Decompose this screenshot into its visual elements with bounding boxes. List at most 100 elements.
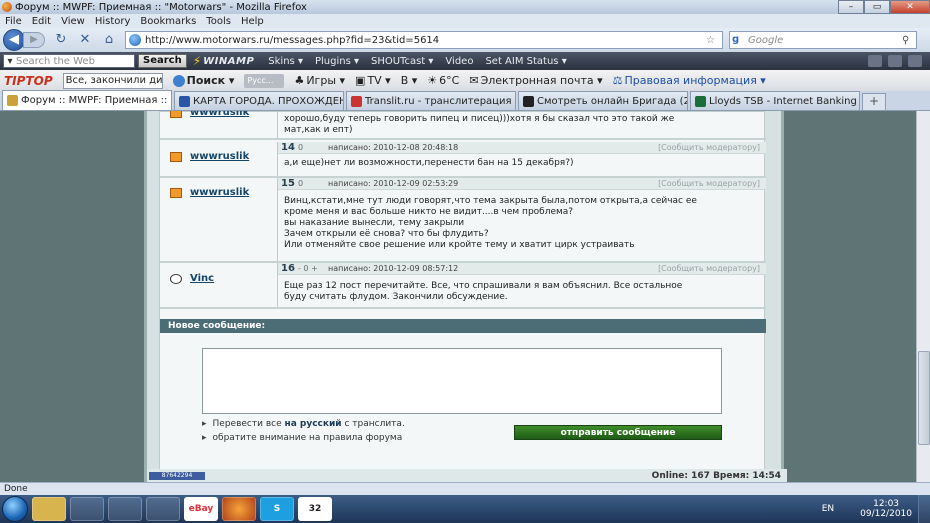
menu-file[interactable]: File: [0, 16, 27, 27]
minimize-button[interactable]: –: [838, 0, 864, 14]
forum-frame: wwwruslik хорошо,буду теперь говорить пи…: [144, 111, 787, 482]
prev-icon[interactable]: [868, 55, 882, 67]
show-desktop-button[interactable]: [918, 495, 930, 523]
new-message-header: Новое сообщение:: [160, 319, 766, 333]
menu-help[interactable]: Help: [236, 16, 269, 27]
translit-link[interactable]: ▸ Перевести все на русский с транслита.: [202, 417, 405, 431]
tab-brigada[interactable]: Смотреть онлайн Бригада (2001) -...: [518, 91, 688, 110]
report-link[interactable]: [Сообщить модератору]: [658, 143, 760, 152]
author-name[interactable]: wwwruslik: [190, 151, 249, 162]
page-scrollbar[interactable]: [916, 111, 930, 482]
taskbar-calendar[interactable]: 32: [298, 497, 332, 521]
tab-translit[interactable]: Translit.ru - транслитерация - пер...: [346, 91, 516, 110]
tiptop-search-combo[interactable]: Все, закончили дискут: [62, 72, 163, 89]
taskbar-ebay[interactable]: eBay: [184, 497, 218, 521]
web-search-input[interactable]: ▾ Search the Web: [3, 54, 135, 68]
stop-icon[interactable]: ✕: [77, 32, 93, 48]
taskbar-explorer[interactable]: [32, 497, 66, 521]
language-indicator[interactable]: EN: [822, 504, 834, 514]
maximize-button[interactable]: ▭: [864, 0, 890, 14]
address-bar[interactable]: http://www.motorwars.ru/messages.php?fid…: [125, 31, 723, 49]
post-text: хорошо,буду теперь говорить пипец и писе…: [284, 114, 675, 135]
taskbar-ie[interactable]: [108, 497, 142, 521]
rules-text[interactable]: обратите внимание на правила форума: [213, 433, 403, 443]
video-link[interactable]: Video: [445, 56, 473, 67]
legal-menu[interactable]: ⚖ Правовая информация ▾: [613, 74, 766, 87]
rules-link[interactable]: ▸ обратите внимание на правила форума: [202, 431, 405, 445]
author-name[interactable]: Vinc: [190, 273, 214, 284]
form-links: ▸ Перевести все на русский с транслита. ▸…: [202, 417, 405, 445]
aim-status-menu[interactable]: Set AIM Status ▾: [485, 56, 566, 67]
home-icon[interactable]: ⌂: [101, 32, 117, 48]
reload-icon[interactable]: ↻: [53, 32, 69, 48]
tab-forum[interactable]: Форум :: MWPF: Приемная :: "M... ✕: [2, 90, 172, 110]
page-content: wwwruslik хорошо,буду теперь говорить пи…: [0, 111, 930, 482]
menu-bookmarks[interactable]: Bookmarks: [135, 16, 201, 27]
skins-menu[interactable]: Skins ▾: [268, 56, 303, 67]
mail-icon: ✉: [469, 74, 479, 87]
menu-tools[interactable]: Tools: [201, 16, 236, 27]
scrollbar-thumb[interactable]: [918, 351, 930, 445]
menu-view[interactable]: View: [56, 16, 90, 27]
send-message-button[interactable]: отправить сообщение: [514, 425, 722, 440]
poisk-button[interactable]: Поиск ▾: [172, 74, 234, 87]
games-label: Игры ▾: [306, 74, 346, 87]
next-icon[interactable]: [908, 55, 922, 67]
start-button[interactable]: [2, 496, 28, 522]
menu-history[interactable]: History: [90, 16, 136, 27]
user-icon: [170, 152, 182, 162]
hit-counter[interactable]: 87642294: [149, 471, 205, 480]
taskbar-hp[interactable]: [146, 497, 180, 521]
message-textarea[interactable]: [202, 348, 722, 414]
url-text[interactable]: http://www.motorwars.ru/messages.php?fid…: [145, 35, 706, 46]
clock[interactable]: 12:03 09/12/2010: [860, 499, 912, 519]
taskbar-media[interactable]: [70, 497, 104, 521]
bookmark-star-icon[interactable]: ☆: [706, 35, 722, 46]
post-header: 15 0 написано: 2010-12-09 02:53:29 [Сооб…: [278, 178, 766, 190]
post-votes[interactable]: - 0 +: [298, 264, 328, 273]
tv-menu[interactable]: ▣ TV ▾: [355, 74, 391, 87]
translit-bold[interactable]: на русский: [284, 419, 341, 429]
shoutcast-menu[interactable]: SHOUTcast ▾: [371, 56, 433, 67]
translate-widget[interactable]: Русс...: [244, 73, 285, 88]
plugins-menu[interactable]: Plugins ▾: [315, 56, 359, 67]
tab-city-map[interactable]: КАРТА ГОРОДА. ПРОХОЖДЕНИЕ ...: [174, 91, 344, 110]
back-button[interactable]: ◀: [3, 29, 25, 51]
post-votes[interactable]: 0: [298, 179, 328, 188]
tab-favicon: [695, 95, 706, 107]
games-menu[interactable]: ♣ Игры ▾: [294, 74, 345, 87]
author-name[interactable]: wwwruslik: [190, 187, 249, 198]
vk-icon[interactable]: В ▾: [401, 74, 418, 87]
translate-field[interactable]: Русс...: [244, 73, 285, 88]
author-name[interactable]: wwwruslik: [190, 111, 249, 118]
post-votes[interactable]: 0: [298, 143, 328, 152]
forum-thread: wwwruslik хорошо,буду теперь говорить пи…: [159, 111, 766, 471]
tab-favicon: [179, 95, 190, 107]
new-tab-button[interactable]: +: [862, 93, 886, 110]
clock-time: 12:03: [873, 499, 900, 509]
search-icon[interactable]: ⚲: [902, 35, 916, 46]
forward-button[interactable]: ▶: [23, 32, 45, 48]
taskbar-firefox[interactable]: [222, 497, 256, 521]
report-link[interactable]: [Сообщить модератору]: [658, 264, 760, 273]
mail-label: Электронная почта ▾: [480, 74, 603, 87]
online-status: Online: 167 Время: 14:54: [651, 470, 781, 481]
winamp-label[interactable]: WINAMP: [203, 56, 254, 67]
search-input[interactable]: Google: [748, 35, 902, 46]
tiptop-toolbar: TIPTOP Все, закончили дискут Поиск ▾ Рус…: [0, 70, 930, 91]
close-button[interactable]: ✕: [890, 0, 930, 14]
post-date: написано: 2010-12-09 02:53:29: [328, 179, 459, 188]
tv-label: TV ▾: [367, 74, 391, 87]
tab-lloyds[interactable]: Lloyds TSB - Internet Banking - Log...: [690, 91, 860, 110]
web-search-button[interactable]: Search: [138, 54, 187, 68]
play-icon[interactable]: [888, 55, 902, 67]
mail-menu[interactable]: ✉ Электронная почта ▾: [469, 74, 602, 87]
post-number: 15: [281, 178, 295, 189]
search-bar[interactable]: g Google ⚲: [729, 31, 917, 49]
tiptop-logo[interactable]: TIPTOP: [4, 74, 53, 88]
report-link[interactable]: [Сообщить модератору]: [658, 179, 760, 188]
taskbar-skype[interactable]: S: [260, 497, 294, 521]
user-icon: [170, 111, 182, 118]
weather-widget[interactable]: ☀ 6°C: [427, 74, 459, 87]
menu-edit[interactable]: Edit: [27, 16, 56, 27]
